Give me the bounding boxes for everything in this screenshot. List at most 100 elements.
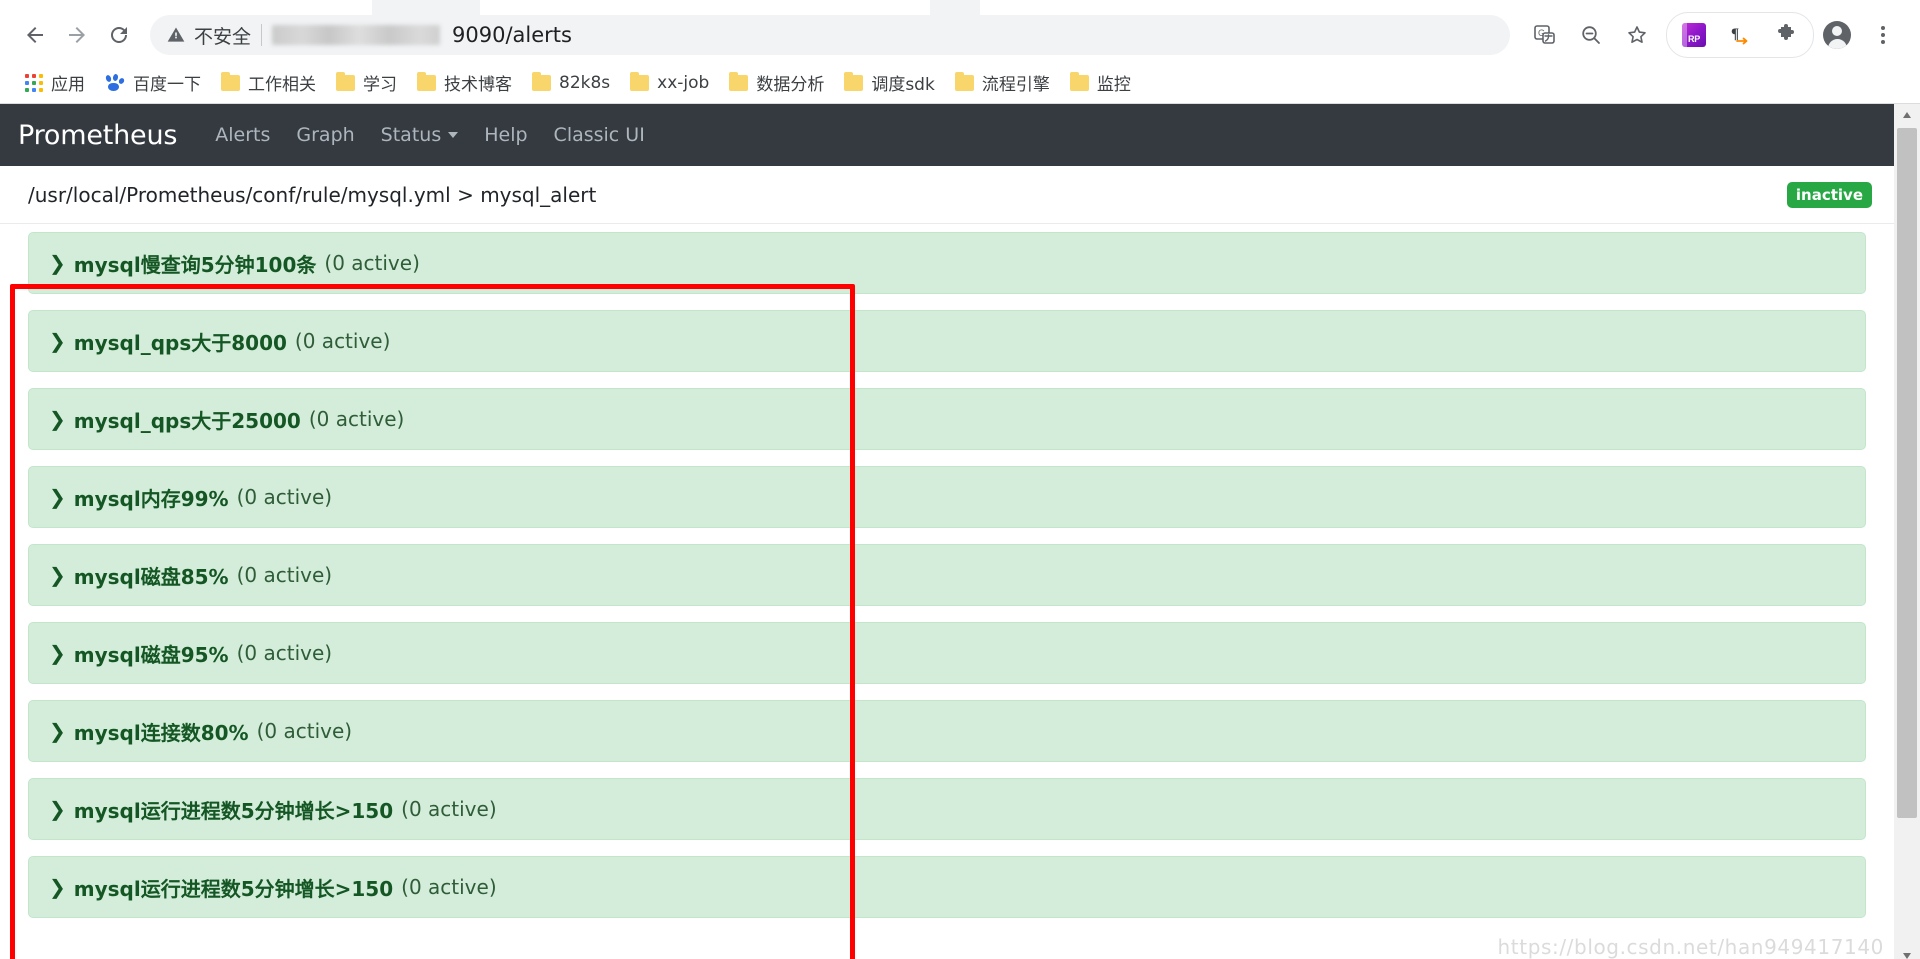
svg-text:¶: ¶ [1731,26,1739,42]
prometheus-brand[interactable]: Prometheus [18,120,177,151]
folder-icon [729,71,749,91]
alert-rule-row[interactable]: ❯ mysql磁盘95% (0 active) [28,622,1866,684]
alert-rule-name: mysql运行进程数5分钟增长>150 [73,876,394,901]
folder-icon [844,71,864,91]
alert-rule-name: mysql磁盘95% [73,642,229,667]
bookmark-folder-monitoring[interactable]: 监控 [1061,68,1140,98]
alert-rule-row[interactable]: ❯ mysql运行进程数5分钟增长>150 (0 active) [28,778,1866,840]
alert-group-header[interactable]: /usr/local/Prometheus/conf/rule/mysql.ym… [0,166,1894,224]
alert-active-count: (0 active) [236,485,333,509]
folder-icon [417,71,436,91]
scroll-up-arrow-icon[interactable] [1894,104,1920,126]
browser-tab[interactable] [372,0,480,16]
alert-rule-name: mysql_qps大于25000 [73,408,301,433]
chevron-right-icon: ❯ [49,251,66,275]
nav-label: Alerts [215,124,271,146]
puzzle-extensions-icon[interactable] [1766,15,1806,55]
bookmark-label: 应用 [51,75,85,95]
bookmark-star-icon[interactable] [1617,15,1657,55]
nav-label: Graph [296,124,355,146]
bookmark-folder-scheduler-sdk[interactable]: 调度sdk [835,68,944,98]
alert-rule-list: ❯ mysql慢查询5分钟100条 (0 active) ❯ mysql_qps… [0,224,1894,918]
alert-rule-row[interactable]: ❯ mysql内存99% (0 active) [28,466,1866,528]
nav-item-graph[interactable]: Graph [296,124,354,146]
url-text: 9090/alerts [452,23,572,47]
alert-rule-row[interactable]: ❯ mysql慢查询5分钟100条 (0 active) [28,232,1866,294]
alert-rule-name: mysql磁盘85% [73,564,229,589]
bookmark-baidu[interactable]: 百度一下 [96,68,210,98]
rp-extension-label: RP [1687,34,1701,44]
bookmark-label: 工作相关 [248,75,316,95]
bookmark-folder-data-analysis[interactable]: 数据分析 [720,68,833,98]
prometheus-navbar: Prometheus Alerts Graph Status Help Clas… [0,104,1894,166]
reload-button[interactable] [98,14,140,56]
baidu-paw-icon [104,73,126,92]
alert-rule-row[interactable]: ❯ mysql_qps大于8000 (0 active) [28,310,1866,372]
bookmark-label: 数据分析 [756,75,825,95]
watermark-text: https://blog.csdn.net/han949417140 [1497,935,1884,959]
alert-active-count: (0 active) [401,875,497,899]
nav-item-status[interactable]: Status [381,124,459,146]
bookmark-label: 技术博客 [444,75,512,95]
alert-active-count: (0 active) [236,641,333,665]
toolbar-icon-group: G RP ¶ [1522,12,1906,58]
alert-rule-row[interactable]: ❯ mysql_qps大于25000 (0 active) [28,388,1866,450]
zoom-out-icon[interactable] [1571,15,1611,55]
alert-active-count: (0 active) [308,407,405,431]
nav-item-help[interactable]: Help [484,124,527,146]
alert-active-count: (0 active) [401,797,497,821]
page-viewport: Prometheus Alerts Graph Status Help Clas… [0,104,1920,959]
folder-icon [954,71,974,91]
tab-strip [0,0,1920,16]
folder-icon [1069,71,1089,91]
folder-icon [336,71,355,91]
translate-icon[interactable]: G [1525,15,1565,55]
alert-active-count: (0 active) [294,329,391,353]
profile-avatar-icon[interactable] [1817,15,1857,55]
pilcrow-extension-icon[interactable]: ¶ [1720,15,1760,55]
rp-extension-icon[interactable]: RP [1674,15,1714,55]
alert-rule-row[interactable]: ❯ mysql运行进程数5分钟增长>150 (0 active) [28,856,1866,918]
apps-grid-icon [25,73,43,92]
url-redacted-host [272,25,441,45]
chevron-right-icon: ❯ [49,875,66,899]
bookmark-folder-xxjob[interactable]: xx-job [621,68,718,98]
alert-rule-row[interactable]: ❯ mysql磁盘85% (0 active) [28,544,1866,606]
status-badge: inactive [1786,181,1872,208]
chevron-right-icon: ❯ [49,563,66,587]
bookmark-label: 学习 [363,75,397,95]
folder-icon [532,71,551,91]
bookmark-apps[interactable]: 应用 [16,68,94,98]
chevron-right-icon: ❯ [49,641,66,665]
bookmarks-bar: 应用 百度一下 工作相关 学习 技术博客 82k8s xx-job 数据分析 调… [0,62,1920,104]
vertical-scrollbar[interactable] [1894,104,1920,959]
bookmark-label: 82k8s [559,72,611,93]
alert-group-path: /usr/local/Prometheus/conf/rule/mysql.ym… [28,182,597,207]
nav-item-alerts[interactable]: Alerts [215,124,270,146]
alert-active-count: (0 active) [256,719,353,743]
scrollbar-thumb[interactable] [1897,128,1917,818]
scroll-down-arrow-icon[interactable] [1894,945,1920,959]
chevron-right-icon: ❯ [49,797,66,821]
nav-label: Help [484,124,528,146]
bookmark-label: 监控 [1096,75,1131,95]
alert-rule-row[interactable]: ❯ mysql连接数80% (0 active) [28,700,1866,762]
bookmark-folder-techblog[interactable]: 技术博客 [408,68,521,98]
alerts-content: /usr/local/Prometheus/conf/rule/mysql.ym… [0,166,1894,918]
address-bar[interactable]: 不安全 9090/alerts [150,15,1510,55]
new-tab-button[interactable] [930,0,980,16]
alert-rule-name: mysql连接数80% [73,720,249,745]
bookmark-folder-82k8s[interactable]: 82k8s [523,68,619,98]
bookmark-folder-study[interactable]: 学习 [327,68,406,98]
folder-icon [221,71,240,91]
back-button[interactable] [14,14,56,56]
extensions-group: RP ¶ [1666,12,1814,58]
bookmark-folder-workflow-engine[interactable]: 流程引擎 [946,68,1059,98]
chevron-right-icon: ❯ [49,329,66,353]
bookmark-folder-work[interactable]: 工作相关 [212,68,325,98]
chevron-right-icon: ❯ [49,407,66,431]
browser-menu-icon[interactable] [1863,15,1903,55]
nav-label: Status [380,124,442,146]
forward-button[interactable] [56,14,98,56]
nav-item-classic-ui[interactable]: Classic UI [554,124,645,146]
